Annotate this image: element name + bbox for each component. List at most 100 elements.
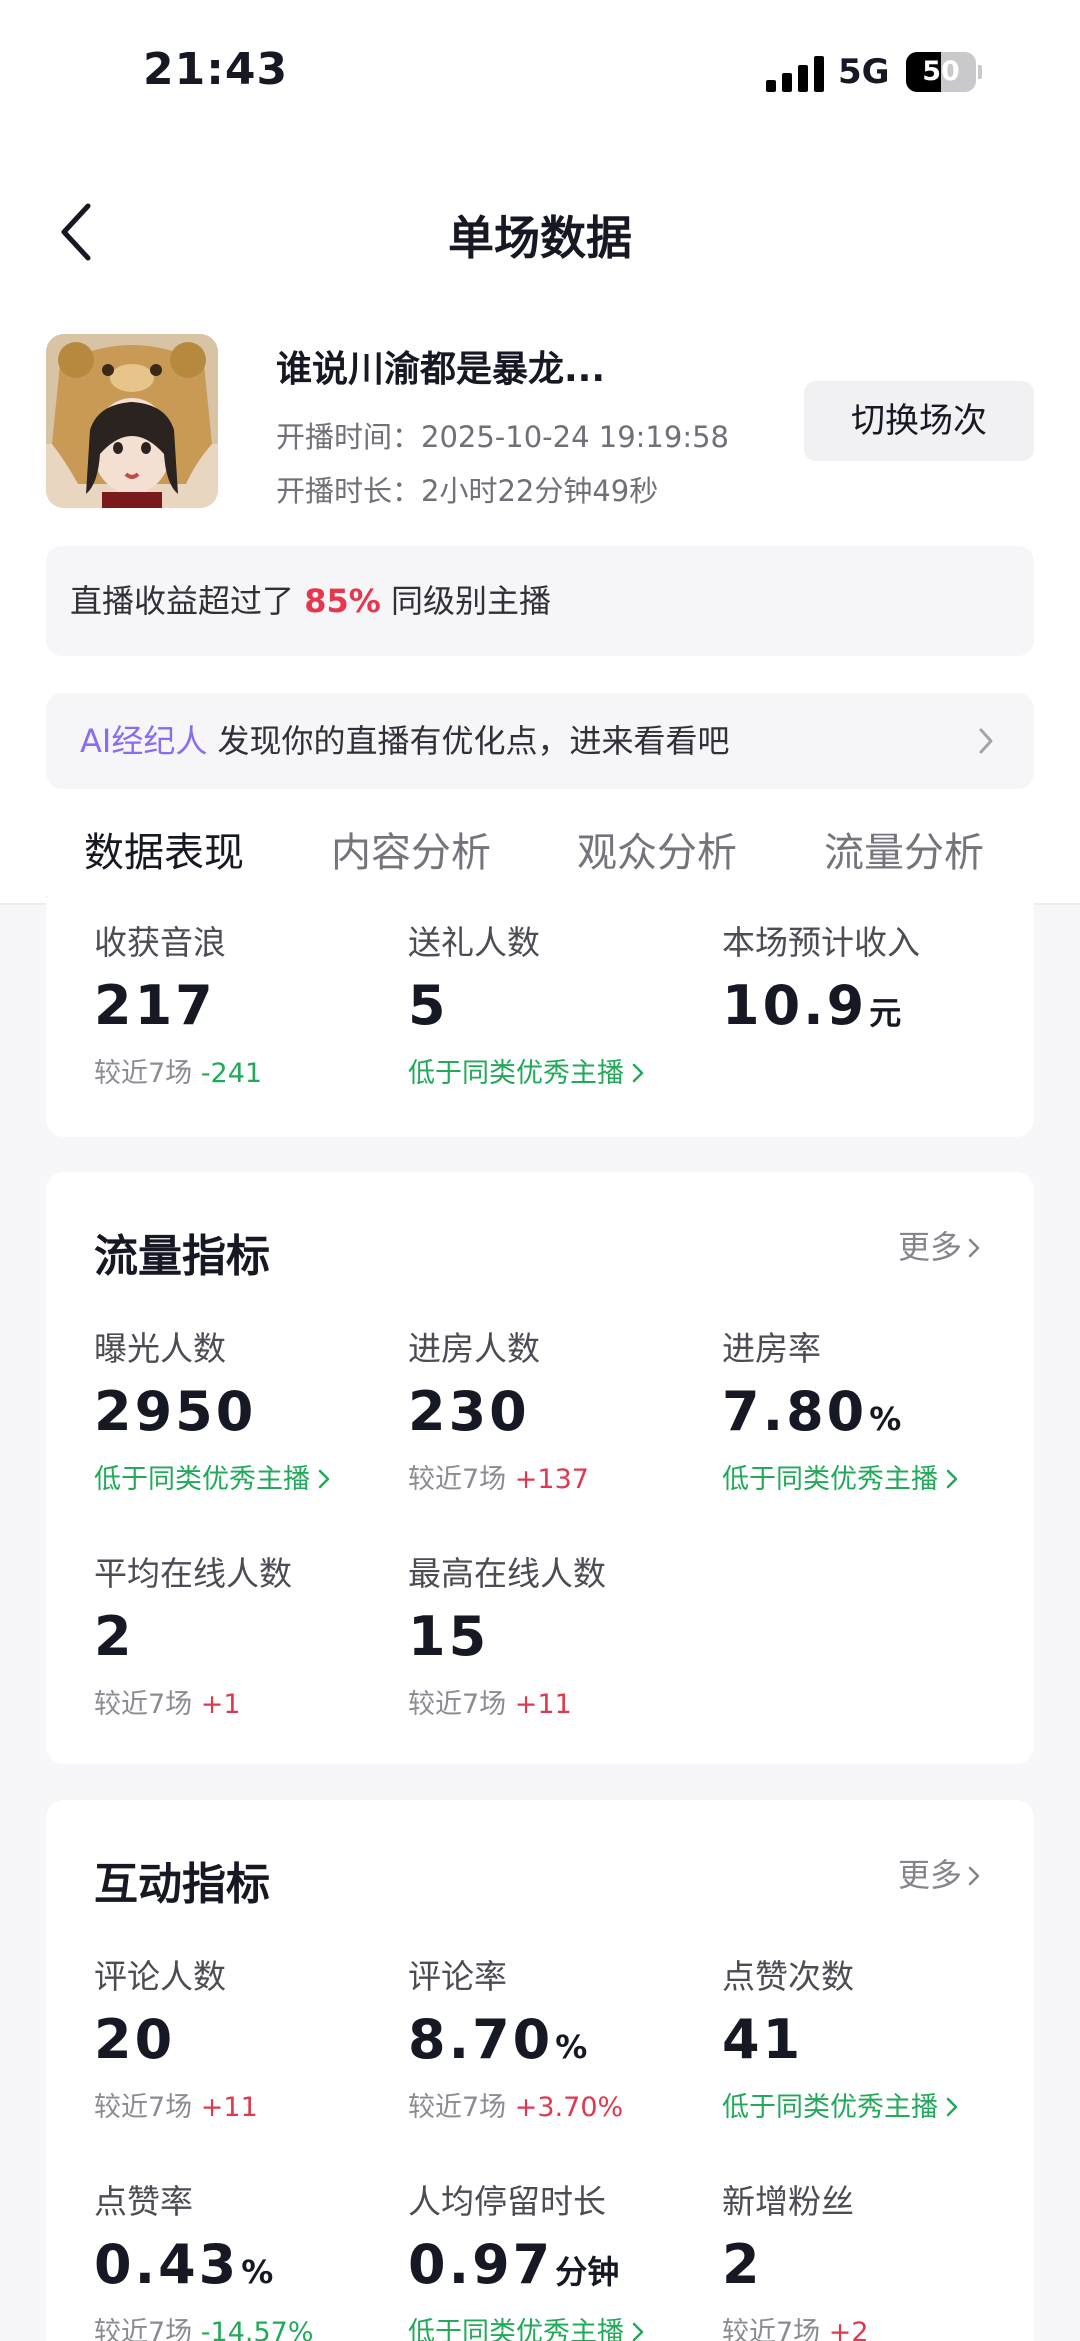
chevron-right-icon <box>632 2322 644 2341</box>
metric-number: 2 <box>94 1605 135 1668</box>
metric-label: 送礼人数 <box>408 923 540 962</box>
interaction-more-link[interactable]: 更多 <box>898 1850 982 1896</box>
stream-title: 谁说川渝都是暴龙... <box>276 349 606 390</box>
metric-item: 进房率 7.80% 低于同类优秀主播 <box>722 1322 1022 1496</box>
metric-number: 0.43 <box>94 2233 240 2296</box>
comparison-label: 较近7场 <box>408 2092 507 2123</box>
earnings-percent: 85% <box>304 582 381 620</box>
benchmark-text: 低于同类优秀主播 <box>722 2092 938 2123</box>
chevron-right-icon <box>318 1469 330 1489</box>
metric-value: 20 <box>94 2008 394 2071</box>
avatar <box>46 334 218 508</box>
chevron-right-icon <box>968 1866 980 1886</box>
metric-value: 217 <box>94 974 394 1037</box>
tab-audience-analysis[interactable]: 观众分析 <box>577 820 737 878</box>
metric-value: 41 <box>722 2008 1022 2071</box>
metric-number: 15 <box>408 1605 490 1668</box>
status-time: 21:43 <box>143 44 289 95</box>
tab-content-analysis[interactable]: 内容分析 <box>331 820 491 878</box>
metric-item: 曝光人数 2950 低于同类优秀主播 <box>94 1322 394 1496</box>
tab-traffic-analysis[interactable]: 流量分析 <box>824 820 984 878</box>
metric-value: 5 <box>408 974 708 1037</box>
comparison-label: 较近7场 <box>408 1689 507 1720</box>
metric-label: 评论人数 <box>94 1957 226 1996</box>
stream-duration: 开播时长：2小时22分钟49秒 <box>276 474 659 508</box>
metric-number: 230 <box>408 1380 530 1443</box>
metric-unit: % <box>555 2028 588 2066</box>
metric-comparison: 较近7场 -14.57% <box>94 2310 394 2341</box>
metric-item: 人均停留时长 0.97分钟 低于同类优秀主播 <box>408 2175 708 2341</box>
metric-value: 8.70% <box>408 2008 708 2071</box>
comparison-delta: -14.57% <box>200 2317 314 2341</box>
comparison-delta: +11 <box>200 2092 258 2123</box>
metric-label: 点赞率 <box>94 2182 193 2221</box>
traffic-more-link[interactable]: 更多 <box>898 1222 982 1268</box>
comparison-delta: +2 <box>828 2317 869 2341</box>
comparison-label: 较近7场 <box>94 2092 193 2123</box>
benchmark-link[interactable]: 低于同类优秀主播 <box>408 2310 708 2341</box>
earnings-suffix: 同级别主播 <box>390 582 551 620</box>
metric-label: 曝光人数 <box>94 1329 226 1368</box>
benchmark-link[interactable]: 低于同类优秀主播 <box>408 1051 708 1090</box>
comparison-label: 较近7场 <box>94 1058 193 1089</box>
ai-agent-text: 发现你的直播有优化点，进来看看吧 <box>217 722 730 760</box>
metric-item: 最高在线人数 15 较近7场 +11 <box>408 1547 708 1721</box>
benchmark-text: 低于同类优秀主播 <box>722 1464 938 1495</box>
metric-number: 5 <box>408 974 449 1037</box>
metric-number: 20 <box>94 2008 176 2071</box>
metric-label: 人均停留时长 <box>408 2182 606 2221</box>
metric-item: 进房人数 230 较近7场 +137 <box>408 1322 708 1496</box>
metric-value: 0.43% <box>94 2233 394 2296</box>
metric-item: 评论人数 20 较近7场 +11 <box>94 1950 394 2124</box>
battery-level: 50 <box>922 56 960 87</box>
revenue-card: 收获音浪 217 较近7场 -241 送礼人数 5 低于同类优秀主播 本场预计收入 10.9元 <box>46 880 1034 1137</box>
metric-number: 2950 <box>94 1380 257 1443</box>
comparison-delta: +1 <box>200 1689 241 1720</box>
stream-start-time: 开播时间：2025-10-24 19:19:58 <box>276 420 729 454</box>
header-area: 21:43 5G 50 单场数据 谁说川渝都是暴龙... 开播时间：2025-1… <box>0 0 1080 905</box>
comparison-label: 较近7场 <box>94 2317 193 2341</box>
metric-comparison: 较近7场 +11 <box>408 1682 708 1721</box>
metric-comparison: 较近7场 +137 <box>408 1457 708 1496</box>
metric-item: 新增粉丝 2 较近7场 +2 <box>722 2175 1022 2341</box>
metric-comparison: 较近7场 +1 <box>94 1682 394 1721</box>
switch-session-button[interactable]: 切换场次 <box>804 381 1034 461</box>
chevron-right-icon <box>979 728 993 754</box>
ai-agent-banner[interactable]: AI经纪人 发现你的直播有优化点，进来看看吧 <box>46 693 1034 789</box>
metric-value: 15 <box>408 1605 708 1668</box>
metric-unit: 元 <box>869 994 902 1032</box>
comparison-delta: +3.70% <box>514 2092 624 2123</box>
metric-item: 本场预计收入 10.9元 <box>722 916 1022 1037</box>
benchmark-text: 低于同类优秀主播 <box>94 1464 310 1495</box>
metric-number: 2 <box>722 2233 763 2296</box>
benchmark-link[interactable]: 低于同类优秀主播 <box>722 2085 1022 2124</box>
metric-comparison: 较近7场 +11 <box>94 2085 394 2124</box>
metric-label: 评论率 <box>408 1957 507 1996</box>
metric-item: 评论率 8.70% 较近7场 +3.70% <box>408 1950 708 2124</box>
interaction-metrics-card: 互动指标 更多 评论人数 20 较近7场 +11 评论率 8.70% 较近7场 +3.70… <box>46 1800 1034 2341</box>
metric-comparison: 较近7场 +2 <box>722 2310 1022 2341</box>
metric-label: 进房人数 <box>408 1329 540 1368</box>
metric-comparison: 较近7场 -241 <box>94 1051 394 1090</box>
benchmark-link[interactable]: 低于同类优秀主播 <box>722 1457 1022 1496</box>
more-label: 更多 <box>897 1228 962 1266</box>
comparison-label: 较近7场 <box>408 1464 507 1495</box>
tab-data-performance[interactable]: 数据表现 <box>84 820 244 878</box>
earnings-prefix: 直播收益超过了 <box>70 582 295 620</box>
interaction-card-title: 互动指标 <box>94 1859 270 1910</box>
benchmark-link[interactable]: 低于同类优秀主播 <box>94 1457 394 1496</box>
metric-label: 进房率 <box>722 1329 821 1368</box>
metric-value: 7.80% <box>722 1380 1022 1443</box>
metric-label: 收获音浪 <box>94 923 226 962</box>
battery-icon: 50 <box>906 52 982 92</box>
chevron-right-icon <box>946 2097 958 2117</box>
metric-item: 点赞率 0.43% 较近7场 -14.57% <box>94 2175 394 2341</box>
metric-value: 2 <box>94 1605 394 1668</box>
comparison-delta: -241 <box>200 1058 263 1089</box>
metric-number: 41 <box>722 2008 804 2071</box>
metric-number: 7.80 <box>722 1380 868 1443</box>
earnings-banner: 直播收益超过了 85% 同级别主播 <box>46 546 1034 656</box>
benchmark-text: 低于同类优秀主播 <box>408 2317 624 2341</box>
traffic-card-title: 流量指标 <box>94 1231 270 1282</box>
metric-label: 平均在线人数 <box>94 1554 292 1593</box>
